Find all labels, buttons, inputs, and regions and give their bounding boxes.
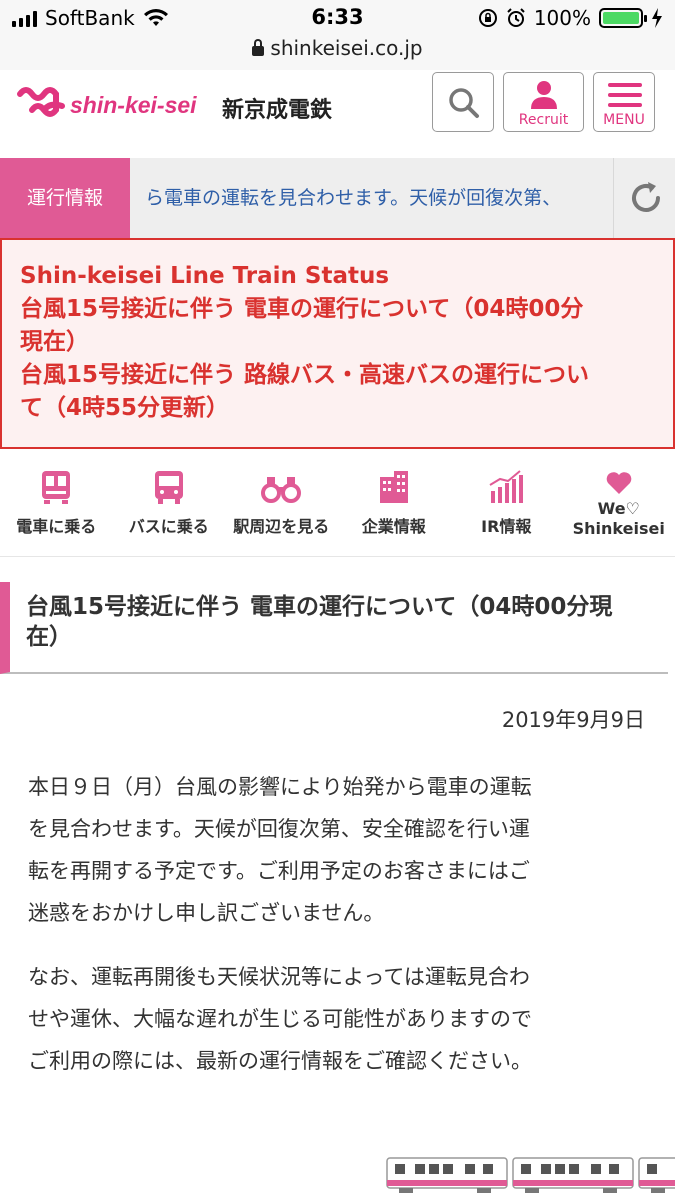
hamburger-icon <box>608 83 642 107</box>
train-car-icon <box>638 1157 675 1193</box>
url-text: shinkeisei.co.jp <box>270 36 423 60</box>
alert-link-bus-1[interactable]: 台風15号接近に伴う 路線バス・高速バスの運行につい <box>20 359 655 392</box>
person-icon <box>531 81 557 109</box>
paragraph-line: なお、運転再開後も天候状況等によっては運転見合わ <box>28 965 530 989</box>
train-illustration <box>386 1157 675 1193</box>
heart-icon <box>606 472 632 494</box>
nav-label-bus: バスに乗る <box>128 517 209 536</box>
category-nav: 電車に乗る バスに乗る 駅周辺を見る 企業情報 IR情報 We♡ Shinkei… <box>0 449 675 557</box>
logo-text: shin-kei-sei <box>70 92 197 118</box>
nav-item-train[interactable]: 電車に乗る <box>0 449 113 557</box>
paragraph-line: 迷惑をおかけし申し訳ございません。 <box>28 901 385 925</box>
lock-icon <box>252 39 265 56</box>
status-bar: SoftBank 6:33 100% <box>0 0 675 36</box>
battery-icon <box>599 8 647 28</box>
nav-item-bus[interactable]: バスに乗る <box>113 449 226 557</box>
company-name: 新京成電鉄 <box>222 98 333 123</box>
nav-label-area: 駅周辺を見る <box>233 517 330 536</box>
nav-label-ir: IR情報 <box>481 517 532 536</box>
recruit-button[interactable]: Recruit <box>503 72 584 132</box>
paragraph-line: 転を再開する予定です。ご利用予定のお客さまにはご <box>28 859 530 883</box>
ticker-text[interactable]: ら電車の運転を見合わせます。天候が回復次第、 <box>145 158 607 238</box>
alert-link-train-1[interactable]: 台風15号接近に伴う 電車の運行について（04時00分 <box>20 293 655 326</box>
paragraph-line: ご利用の際には、最新の運行情報をご確認ください。 <box>28 1049 532 1073</box>
bus-icon <box>154 471 183 504</box>
paragraph-line: を見合わせます。天候が回復次第、安全確認を行い運 <box>28 817 530 841</box>
ticker-label[interactable]: 運行情報 <box>0 158 130 238</box>
nav-item-ir[interactable]: IR情報 <box>450 449 563 557</box>
article-title-line-2: 在） <box>26 624 72 650</box>
nav-label-we: We♡ <box>597 499 640 518</box>
orientation-lock-icon <box>478 9 497 27</box>
train-car-icon <box>512 1157 634 1193</box>
article-paragraph-1: 本日９日（月）台風の影響により始発から電車の運転 を見合わせます。天候が回復次第… <box>28 766 648 934</box>
nav-label-shinkeisei: Shinkeisei <box>572 519 665 538</box>
paragraph-line: せや運休、大幅な遅れが生じる可能性がありますので <box>28 1007 532 1031</box>
recruit-label: Recruit <box>518 112 569 128</box>
article-date: 2019年9月9日 <box>501 708 645 732</box>
search-button[interactable] <box>432 72 494 132</box>
alert-title[interactable]: Shin-keisei Line Train Status <box>20 260 655 293</box>
battery-percent: 100% <box>533 6 591 30</box>
charging-icon <box>652 8 662 28</box>
nav-label-company: 企業情報 <box>361 517 426 536</box>
url-bar[interactable]: shinkeisei.co.jp <box>0 36 675 70</box>
chart-icon <box>489 470 524 503</box>
nav-label-train: 電車に乗る <box>16 517 97 536</box>
binoculars-icon <box>261 477 302 503</box>
battery-fill <box>603 12 639 24</box>
train-icon <box>42 471 71 504</box>
search-icon <box>449 88 479 118</box>
menu-button[interactable]: MENU <box>593 72 655 132</box>
nav-item-company[interactable]: 企業情報 <box>338 449 451 557</box>
alert-link-train-2[interactable]: 現在） <box>20 326 655 359</box>
refresh-icon <box>632 182 660 212</box>
article-title-line-1: 台風15号接近に伴う 電車の運行について（04時00分現 <box>26 594 613 620</box>
status-right: 100% <box>478 6 663 30</box>
train-car-icon <box>386 1157 508 1193</box>
operation-ticker: 運行情報 ら電車の運転を見合わせます。天候が回復次第、 <box>0 158 675 238</box>
paragraph-line: 本日９日（月）台風の影響により始発から電車の運転 <box>28 775 532 799</box>
nav-item-we-love[interactable]: We♡ Shinkeisei <box>563 449 675 557</box>
train-status-alert: Shin-keisei Line Train Status 台風15号接近に伴う… <box>0 238 675 449</box>
alarm-icon <box>507 8 525 27</box>
refresh-button[interactable] <box>613 158 675 238</box>
nav-item-area[interactable]: 駅周辺を見る <box>225 449 338 557</box>
alert-link-bus-2[interactable]: て（4時55分更新） <box>20 392 655 425</box>
article-title-box: 台風15号接近に伴う 電車の運行について（04時00分現 在） <box>0 582 668 674</box>
logo-mark-icon <box>17 87 65 117</box>
building-icon <box>379 471 408 503</box>
menu-label: MENU <box>603 112 645 128</box>
article-paragraph-2: なお、運転再開後も天候状況等によっては運転見合わ せや運休、大幅な遅れが生じる可… <box>28 956 648 1082</box>
